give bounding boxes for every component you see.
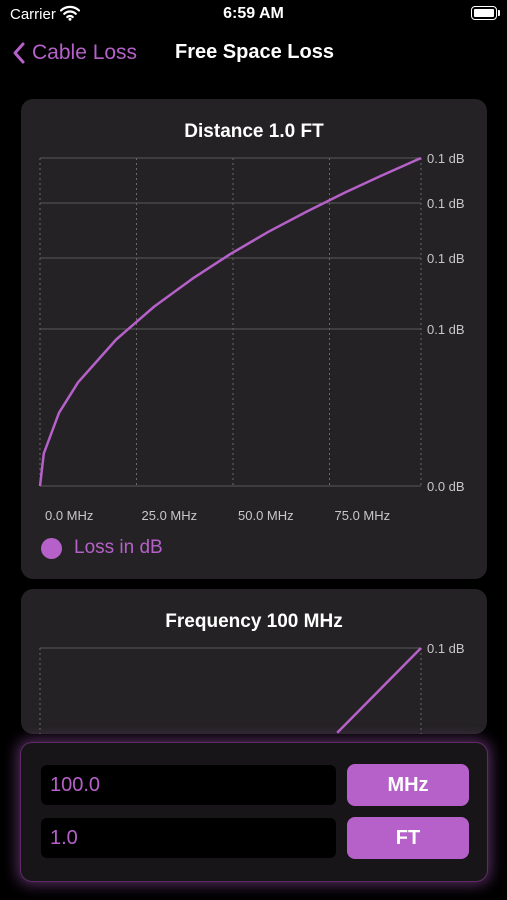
frequency-series-line bbox=[336, 647, 422, 734]
status-bar: Carrier 6:59 AM bbox=[0, 0, 507, 30]
frequency-chart-card: Frequency 100 MHz 0.1 dB bbox=[21, 589, 487, 734]
navigation-bar: Cable Loss Free Space Loss bbox=[0, 30, 507, 76]
frequency-chart: 0.1 dB bbox=[39, 641, 465, 734]
x-tick-label: 0.0 MHz bbox=[45, 508, 93, 523]
x-tick-label: 25.0 MHz bbox=[142, 508, 198, 523]
x-tick-label: 75.0 MHz bbox=[335, 508, 391, 523]
distance-input[interactable]: 1.0 bbox=[41, 818, 336, 858]
y-tick-label: 0.1 dB bbox=[427, 322, 465, 337]
distance-unit-button[interactable]: FT bbox=[347, 817, 469, 859]
chevron-left-icon bbox=[13, 42, 25, 64]
legend-label: Loss in dB bbox=[74, 537, 163, 558]
status-time: 6:59 AM bbox=[223, 5, 284, 22]
frequency-unit-button[interactable]: MHz bbox=[347, 764, 469, 806]
y-tick-label: 0.0 dB bbox=[427, 479, 465, 494]
y-tick-label: 0.1 dB bbox=[427, 196, 465, 211]
input-panel: 100.0 MHz 1.0 FT bbox=[20, 742, 488, 882]
y-tick-label: 0.1 dB bbox=[427, 641, 465, 656]
legend-dot-icon bbox=[41, 537, 62, 559]
frequency-input[interactable]: 100.0 bbox=[41, 765, 336, 805]
chart-legend: Loss in dB bbox=[41, 537, 163, 559]
distance-chart-card: Distance 1.0 FT 0.1 dB 0.1 dB 0.1 dB 0.1 dB… bbox=[21, 99, 487, 579]
distance-chart: 0.1 dB 0.1 dB 0.1 dB 0.1 dB 0.0 dB 0.0 MHz 25.… bbox=[38, 151, 465, 523]
back-button-label: Cable Loss bbox=[32, 41, 138, 64]
y-tick-label: 0.1 dB bbox=[427, 151, 465, 166]
battery-icon bbox=[471, 6, 500, 20]
back-button[interactable]: Cable Loss bbox=[12, 38, 137, 68]
x-tick-label: 50.0 MHz bbox=[238, 508, 294, 523]
loss-series-line bbox=[38, 156, 422, 487]
page-title: Free Space Loss bbox=[175, 41, 334, 63]
y-tick-label: 0.1 dB bbox=[427, 251, 465, 266]
